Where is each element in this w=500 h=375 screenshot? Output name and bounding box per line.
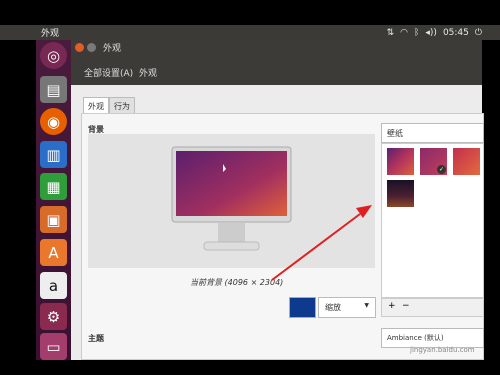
all-settings-button[interactable]: 全部设置(A)	[84, 66, 133, 79]
clock[interactable]: 05:45	[443, 28, 469, 38]
add-wallpaper-button[interactable]: +	[388, 301, 396, 311]
window-title: 外观	[103, 44, 122, 54]
chevron-down-icon: ▼	[364, 302, 369, 309]
remove-wallpaper-button[interactable]: −	[402, 301, 410, 311]
current-background-caption: 当前背景 (4096 × 2304)	[190, 278, 284, 287]
top-panel: 外观 ⇅ ◠ ᛒ ◂)) 05:45 ⏻	[0, 25, 500, 40]
launcher: ◎ ▤ ◉ ▥ ▦ ▣ A a ⚙ ▭	[36, 40, 71, 360]
appearance-icon[interactable]: ▭	[40, 333, 67, 360]
wallpaper-source-value: 壁纸	[387, 129, 403, 138]
calc-icon[interactable]: ▦	[40, 173, 67, 200]
window-titlebar: 外观	[71, 40, 482, 55]
nav-current-page: 外观	[139, 69, 158, 79]
wallpaper-toolbar: + −	[381, 298, 484, 317]
wallpaper-thumb[interactable]: ✓	[420, 148, 447, 175]
background-preview	[88, 134, 375, 268]
scaling-mode-select[interactable]: 缩放 ▼	[318, 297, 376, 318]
volume-icon[interactable]: ◂))	[425, 28, 437, 38]
wallpaper-thumb[interactable]	[387, 180, 414, 207]
settings-icon[interactable]: ⚙	[40, 303, 67, 330]
firefox-icon[interactable]: ◉	[40, 108, 67, 135]
monitor-icon	[171, 146, 292, 251]
wallpaper-source-select[interactable]: 壁纸	[381, 123, 484, 143]
software-center-icon[interactable]: A	[40, 239, 67, 266]
checkmark-icon: ✓	[437, 165, 446, 174]
minimize-icon[interactable]	[87, 43, 96, 52]
close-icon[interactable]	[75, 43, 84, 52]
bluetooth-icon[interactable]: ᛒ	[414, 28, 419, 38]
nav-bar: 全部设置(A) 外观	[71, 55, 482, 85]
theme-value: Ambiance (默认)	[387, 334, 444, 342]
color-swatch-button[interactable]	[289, 297, 316, 318]
wallpaper-grid: ✓	[381, 143, 484, 298]
writer-icon[interactable]: ▥	[40, 141, 67, 168]
active-app-title: 外观	[41, 29, 60, 39]
theme-select[interactable]: Ambiance (默认)	[381, 328, 484, 348]
watermark: jingyan.baidu.com	[410, 346, 475, 354]
wallpaper-thumb[interactable]	[453, 148, 480, 175]
impress-icon[interactable]: ▣	[40, 206, 67, 233]
theme-label: 主题	[88, 334, 104, 343]
wifi-icon[interactable]: ◠	[400, 28, 408, 38]
system-tray: ⇅ ◠ ᛒ ◂)) 05:45 ⏻	[387, 25, 482, 40]
files-icon[interactable]: ▤	[40, 76, 67, 103]
scaling-mode-value: 缩放	[325, 303, 341, 312]
ubuntu-logo-icon[interactable]: ◎	[40, 42, 67, 69]
amazon-icon[interactable]: a	[40, 272, 67, 299]
wallpaper-thumb[interactable]	[387, 148, 414, 175]
power-icon[interactable]: ⏻	[475, 28, 482, 38]
network-icon[interactable]: ⇅	[387, 28, 395, 38]
